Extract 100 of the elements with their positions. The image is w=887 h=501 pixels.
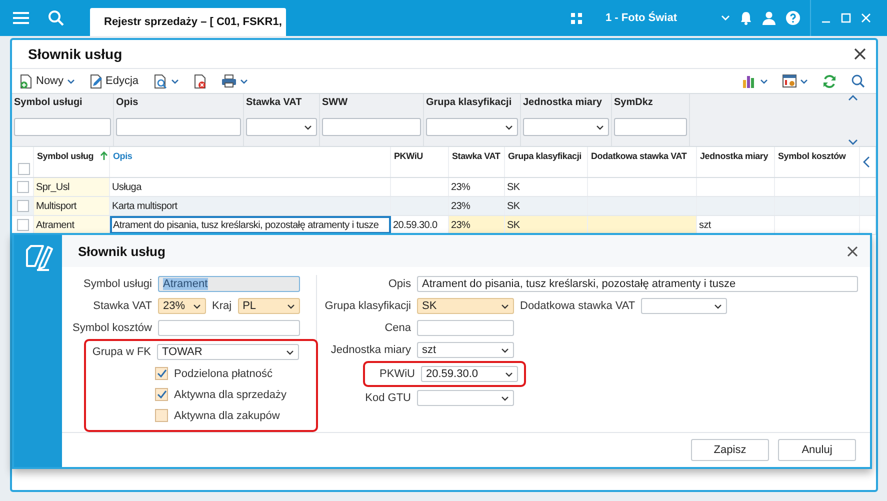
input-field[interactable] — [417, 320, 514, 336]
column-header[interactable]: Grupa klasyfikacji — [508, 151, 582, 161]
search-icon[interactable] — [48, 10, 64, 26]
caret-icon — [505, 372, 513, 376]
caret-icon — [800, 78, 808, 84]
filter-field[interactable] — [614, 118, 687, 136]
caret-icon — [304, 124, 312, 130]
input-field[interactable]: Atrament do pisania, tusz kreślarski, pozostałę atramenty i tusze — [417, 276, 858, 292]
close-icon[interactable] — [854, 48, 866, 60]
bell-icon[interactable] — [740, 11, 752, 25]
search-icon — [851, 74, 865, 88]
checkbox-label: Podzielona płatność — [174, 368, 272, 380]
checkbox-label: Aktywna dla sprzedaży — [174, 388, 286, 400]
table-cell: 23% — [449, 178, 505, 196]
filter-field[interactable] — [14, 118, 111, 136]
column-header[interactable]: Symbol usług — [37, 151, 94, 161]
checkbox[interactable] — [16, 200, 28, 212]
dialog-title: Słownik usług — [78, 244, 166, 258]
caret-icon — [501, 304, 509, 308]
filter-field[interactable] — [116, 118, 241, 136]
field-label: PKWiU — [378, 368, 415, 380]
document-pencil-icon — [88, 74, 103, 88]
caret-icon — [170, 78, 179, 84]
document-magnifier-icon — [152, 74, 168, 88]
checkbox[interactable] — [18, 163, 30, 175]
document-plus-icon — [19, 74, 33, 88]
field-label: Grupa klasyfikacji — [324, 300, 411, 312]
caret-icon — [240, 78, 248, 84]
filter-label: Symbol usługi — [14, 97, 84, 108]
field-label: Dodatkowa stawka VAT — [520, 300, 636, 312]
apps-icon[interactable] — [570, 12, 582, 24]
chevron-down-icon[interactable] — [721, 15, 730, 21]
dropdown[interactable]: TOWAR — [157, 344, 299, 360]
filter-label: Jednostka miary — [523, 97, 603, 108]
column-header[interactable]: Symbol kosztów — [778, 151, 846, 161]
field-label: Cena — [384, 322, 411, 334]
checkbox[interactable] — [155, 409, 168, 422]
field-label: Symbol kosztów — [72, 322, 152, 334]
window-settings-icon — [782, 74, 797, 88]
user-icon[interactable] — [762, 11, 776, 25]
checkbox[interactable] — [16, 219, 28, 231]
caret-icon — [286, 350, 294, 354]
filter-field[interactable] — [322, 118, 421, 136]
table-cell: Karta multisport — [110, 197, 391, 215]
checkbox[interactable] — [155, 388, 168, 401]
column-header[interactable]: Stawka VAT — [452, 151, 500, 161]
dropdown[interactable] — [641, 298, 728, 314]
printer-icon — [220, 74, 237, 88]
column-header[interactable]: Opis — [113, 151, 132, 161]
column-header[interactable]: PKWiU — [394, 151, 423, 161]
collapse-icon[interactable] — [846, 94, 860, 102]
caret-icon — [66, 78, 75, 84]
table-cell: SK — [505, 216, 588, 234]
field-label: Kod GTU — [364, 392, 411, 404]
edit-button[interactable]: Edycja — [86, 72, 142, 90]
caret-icon — [505, 124, 513, 130]
expand-icon[interactable] — [846, 138, 860, 146]
field-label: Kraj — [212, 300, 232, 312]
filter-dropdown[interactable] — [246, 118, 317, 136]
chevron-left-icon[interactable] — [863, 156, 870, 168]
field-label: Jednostka miary — [330, 344, 411, 356]
column-header[interactable]: Dodatkowa stawka VAT — [591, 151, 687, 161]
filter-label: Stawka VAT — [246, 97, 303, 108]
document-pencil-icon — [23, 243, 53, 273]
caret-icon — [760, 78, 768, 84]
save-button[interactable]: Zapisz — [691, 439, 769, 461]
column-header[interactable]: Jednostka miary — [700, 151, 768, 161]
new-button[interactable]: Nowy — [16, 72, 78, 90]
filter-dropdown[interactable] — [523, 118, 609, 136]
checkbox[interactable] — [155, 367, 168, 380]
menu-icon[interactable] — [12, 11, 30, 25]
close-icon[interactable] — [847, 246, 858, 256]
refresh-icon — [822, 74, 837, 88]
help-icon[interactable] — [786, 11, 800, 25]
table-cell: 23% — [449, 216, 505, 234]
maximize-icon[interactable] — [841, 13, 851, 23]
dropdown[interactable]: 23% — [158, 298, 206, 314]
dropdown[interactable]: PL — [238, 298, 300, 314]
cancel-button[interactable]: Anuluj — [778, 439, 856, 461]
table-cell: Spr_Usl — [34, 178, 110, 196]
filter-label: Grupa klasyfikacji — [426, 97, 513, 108]
input-field[interactable] — [158, 320, 300, 336]
dropdown[interactable]: 20.59.30.0 — [421, 366, 518, 382]
caret-icon — [286, 304, 295, 308]
caret-icon — [501, 396, 509, 400]
dropdown[interactable]: SK — [417, 298, 514, 314]
filter-label: SWW — [322, 97, 349, 108]
document-tab[interactable]: Rejestr sprzedaży – [ C01, FSKR1, — [90, 8, 286, 36]
table-row[interactable]: Multisport Karta multisport 23% SK — [12, 197, 876, 216]
table-cell: Usługa — [110, 178, 391, 196]
table-cell: 23% — [449, 197, 505, 215]
dropdown[interactable] — [417, 390, 514, 406]
checkbox-label: Aktywna dla zakupów — [174, 410, 280, 422]
field-label: Opis — [387, 278, 411, 290]
field-label: Symbol usługi — [82, 278, 152, 290]
filter-dropdown[interactable] — [426, 118, 518, 136]
checkbox[interactable] — [16, 181, 28, 193]
caret-icon — [714, 304, 722, 308]
caret-icon — [596, 124, 604, 130]
dropdown[interactable]: szt — [417, 342, 514, 358]
